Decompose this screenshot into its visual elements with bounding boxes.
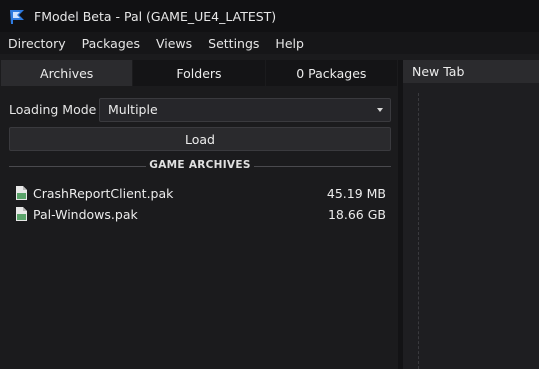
chevron-down-icon: [377, 108, 383, 112]
document-panel: New Tab: [403, 60, 539, 369]
panel-tabs: Archives Folders 0 Packages: [1, 60, 398, 86]
loading-mode-value: Multiple: [108, 102, 158, 117]
menu-views[interactable]: Views: [148, 36, 200, 51]
loading-mode-row: Loading Mode Multiple: [9, 98, 391, 122]
title-bar: FModel Beta - Pal (GAME_UE4_LATEST): [0, 0, 539, 32]
tab-packages[interactable]: 0 Packages: [265, 60, 398, 86]
menu-packages[interactable]: Packages: [74, 36, 148, 51]
section-title: GAME ARCHIVES: [149, 159, 251, 171]
editor-gutter-line: [418, 93, 420, 369]
window-title: FModel Beta - Pal (GAME_UE4_LATEST): [34, 8, 277, 24]
archive-row[interactable]: Pal-Windows.pak 18.66 GB: [0, 204, 398, 225]
tab-new-tab[interactable]: New Tab: [403, 60, 539, 83]
archive-list: CrashReportClient.pak 45.19 MB Pal-Windo…: [0, 183, 398, 225]
tab-archives[interactable]: Archives: [1, 60, 134, 86]
text-editor[interactable]: [403, 83, 539, 369]
archives-panel: Archives Folders 0 Packages Loading Mode…: [0, 60, 398, 369]
archive-row[interactable]: CrashReportClient.pak 45.19 MB: [0, 183, 398, 204]
menu-bar: Directory Packages Views Settings Help: [0, 32, 539, 54]
archive-size: 45.19 MB: [326, 186, 386, 201]
document-tab-label: New Tab: [412, 64, 465, 79]
fmodel-app-icon: [10, 10, 24, 24]
archive-size: 18.66 GB: [327, 207, 386, 222]
menu-directory[interactable]: Directory: [0, 36, 74, 51]
loading-mode-select[interactable]: Multiple: [99, 98, 391, 122]
menu-settings[interactable]: Settings: [200, 36, 267, 51]
archive-file-icon: [16, 186, 27, 200]
loading-mode-label: Loading Mode: [9, 102, 97, 117]
menu-help[interactable]: Help: [267, 36, 312, 51]
tab-folders[interactable]: Folders: [133, 60, 266, 86]
archive-name: Pal-Windows.pak: [33, 207, 138, 222]
divider: [254, 166, 391, 167]
game-archives-header: GAME ARCHIVES: [9, 159, 391, 175]
archive-file-icon: [16, 207, 27, 221]
archive-name: CrashReportClient.pak: [33, 186, 174, 201]
load-button[interactable]: Load: [9, 127, 391, 151]
